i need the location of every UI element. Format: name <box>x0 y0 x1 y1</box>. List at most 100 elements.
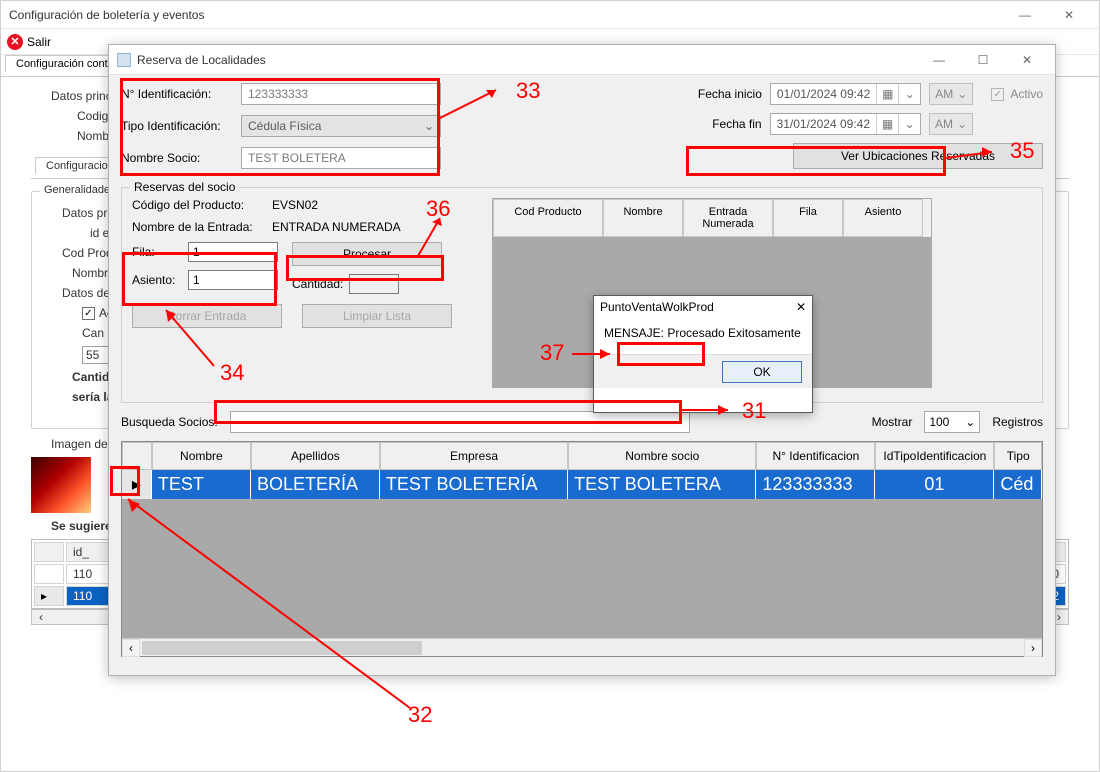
reservas-fieldset: Reservas del socio Código del Producto:E… <box>121 187 1043 403</box>
modal-maximize-icon[interactable]: ☐ <box>961 47 1005 73</box>
registros-label: Registros <box>992 415 1043 429</box>
message-dialog: PuntoVentaWolkProd ✕ MENSAJE: Procesado … <box>593 295 813 413</box>
gh-tipo[interactable]: Tipo <box>994 442 1042 470</box>
scroll-track[interactable] <box>140 639 1024 656</box>
n-ident-label: N° Identificación: <box>121 87 233 101</box>
main-titlebar: Configuración de boletería y eventos — ✕ <box>1 1 1099 29</box>
modal-titlebar: Reserva de Localidades — ☐ ✕ <box>109 45 1055 75</box>
chevron-down-icon[interactable]: ⌄ <box>898 114 920 134</box>
ver-ubicaciones-button[interactable]: Ver Ubicaciones Reservadas <box>793 143 1043 169</box>
gh-idtipo[interactable]: IdTipoIdentificacion <box>875 442 994 470</box>
gh-empresa[interactable]: Empresa <box>380 442 568 470</box>
busqueda-label: Busqueda Socios: <box>121 415 218 429</box>
tab-config-cont[interactable]: Configuración cont <box>5 55 119 72</box>
ub-th-asiento: Asiento <box>843 199 923 237</box>
row-selector-icon[interactable]: ▸ <box>122 470 152 499</box>
gc-idtipo: 01 <box>875 470 994 499</box>
activo-check: ✓ Activo <box>991 87 1043 101</box>
chevron-down-icon: ⌄ <box>965 415 975 429</box>
fecha-inicio-input[interactable]: 01/01/2024 09:42 ▦ ⌄ <box>770 83 921 105</box>
message-text: MENSAJE: Procesado Exitosamente <box>594 318 812 354</box>
exit-icon: ✕ <box>7 34 23 50</box>
event-thumbnail <box>31 457 91 513</box>
grid-body-empty <box>122 499 1042 638</box>
limpiar-lista-button: Limpiar Lista <box>302 304 452 328</box>
minimize-icon[interactable]: — <box>1003 2 1047 28</box>
fecha-fin-value: 31/01/2024 09:42 <box>771 117 876 131</box>
salir-label[interactable]: Salir <box>27 35 51 49</box>
calendar-icon[interactable]: ▦ <box>876 84 898 104</box>
scroll-right-icon[interactable]: › <box>1024 639 1042 657</box>
n-ident-input[interactable]: 123333333 <box>241 83 441 105</box>
chevron-down-icon: ⌄ <box>424 119 434 133</box>
fecha-inicio-value: 01/01/2024 09:42 <box>771 87 876 101</box>
gh-nombre[interactable]: Nombre <box>152 442 251 470</box>
asiento-input[interactable]: 1 <box>188 270 278 290</box>
generalidades-legend: Generalidade <box>40 184 114 196</box>
reserva-modal: Reserva de Localidades — ☐ ✕ N° Identifi… <box>108 44 1056 676</box>
mostrar-select[interactable]: 100⌄ <box>924 411 980 433</box>
fila-input[interactable]: 1 <box>188 242 278 262</box>
right-date-col: Fecha inicio 01/01/2024 09:42 ▦ ⌄ AM⌄ ✓ … <box>465 83 1043 179</box>
nombre-socio-label: Nombre Socio: <box>121 151 233 165</box>
gc-tipo: Céd <box>994 470 1042 499</box>
grid-row[interactable]: ▸ TEST BOLETERÍA TEST BOLETERÍA TEST BOL… <box>122 470 1042 499</box>
cantidad-input <box>349 274 399 294</box>
nombre-socio-input[interactable]: TEST BOLETERA <box>241 147 441 169</box>
grid-head: Nombre Apellidos Empresa Nombre socio N°… <box>122 442 1042 470</box>
gh-apellidos[interactable]: Apellidos <box>251 442 380 470</box>
borrar-entrada-button: Borrar Entrada <box>132 304 282 328</box>
modal-minimize-icon[interactable]: — <box>917 47 961 73</box>
main-title: Configuración de boletería y eventos <box>9 8 1003 22</box>
left-id-col: N° Identificación: 123333333 Tipo Identi… <box>121 83 451 179</box>
modal-title: Reserva de Localidades <box>137 53 917 67</box>
ub-th-entrada: Entrada Numerada <box>683 199 773 237</box>
gc-nombre: TEST <box>152 470 251 499</box>
scroll-left-icon[interactable]: ‹ <box>122 639 140 657</box>
nombre-socio-value: TEST BOLETERA <box>248 151 346 165</box>
fecha-inicio-label: Fecha inicio <box>690 87 762 101</box>
chevron-down-icon: ⌄ <box>957 117 967 131</box>
asiento-label: Asiento: <box>132 273 182 287</box>
tipo-ident-label: Tipo Identificación: <box>121 119 233 133</box>
close-icon[interactable]: ✕ <box>1047 2 1091 28</box>
busqueda-input[interactable] <box>230 411 690 433</box>
cantidad-label: Cantidad: <box>292 277 343 291</box>
modal-close-icon[interactable]: ✕ <box>1005 47 1049 73</box>
n-ident-value: 123333333 <box>248 87 308 101</box>
ub-th-nombre: Nombre <box>603 199 683 237</box>
nombre-entrada-value: ENTRADA NUMERADA <box>272 220 401 234</box>
scroll-thumb[interactable] <box>142 641 422 655</box>
calendar-icon[interactable]: ▦ <box>876 114 898 134</box>
can-value: 55 <box>86 348 99 362</box>
fecha-fin-input[interactable]: 31/01/2024 09:42 ▦ ⌄ <box>770 113 921 135</box>
mostrar-label: Mostrar <box>872 415 913 429</box>
top-row: N° Identificación: 123333333 Tipo Identi… <box>121 83 1043 179</box>
message-close-icon[interactable]: ✕ <box>796 300 806 314</box>
nombre-entrada-label: Nombre de la Entrada: <box>132 220 272 234</box>
gh-ident[interactable]: N° Identificacion <box>756 442 875 470</box>
procesar-button[interactable]: Procesar <box>292 242 442 266</box>
gh-nombre-socio[interactable]: Nombre socio <box>568 442 756 470</box>
modal-body: N° Identificación: 123333333 Tipo Identi… <box>109 75 1055 675</box>
fecha-inicio-ampm[interactable]: AM⌄ <box>929 83 973 105</box>
ub-th-fila: Fila <box>773 199 843 237</box>
message-titlebar: PuntoVentaWolkProd ✕ <box>594 296 812 318</box>
socios-grid: Nombre Apellidos Empresa Nombre socio N°… <box>121 441 1043 657</box>
reservas-legend: Reservas del socio <box>130 180 239 194</box>
fila-label: Fila: <box>132 245 182 259</box>
grid-hscroll[interactable]: ‹ › <box>122 638 1042 656</box>
scroll-left-icon[interactable]: ‹ <box>34 610 48 624</box>
fecha-fin-ampm[interactable]: AM⌄ <box>929 113 973 135</box>
chevron-down-icon: ⌄ <box>957 87 967 101</box>
ub-th-cod: Cod Producto <box>493 199 603 237</box>
codigo-producto-value: EVSN02 <box>272 198 318 212</box>
ok-button[interactable]: OK <box>722 361 802 383</box>
chevron-down-icon[interactable]: ⌄ <box>898 84 920 104</box>
can-label: Can <box>82 326 104 340</box>
busqueda-row: Busqueda Socios: Mostrar 100⌄ Registros <box>121 411 1043 433</box>
codigo-producto-label: Código del Producto: <box>132 198 272 212</box>
app-icon <box>117 53 131 67</box>
tipo-ident-select[interactable]: Cédula Física ⌄ <box>241 115 441 137</box>
message-buttons: OK <box>594 354 812 388</box>
